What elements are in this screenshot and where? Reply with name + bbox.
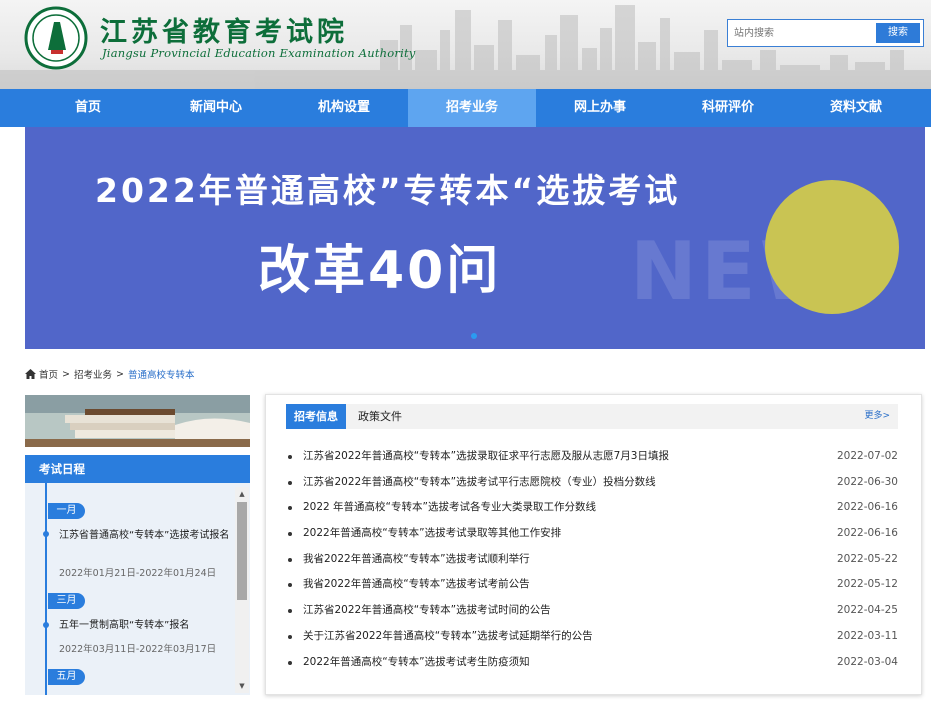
schedule-scrollbar[interactable]: ▲ ▼ [235,487,249,693]
bullet-icon [288,660,292,665]
site-title: 江苏省教育考试院 [100,17,348,48]
news-date: 2022-06-16 [836,527,898,540]
month-tag: 三月 [48,593,85,609]
site-header: 江苏省教育考试院 Jiangsu Provincial Education Ex… [0,0,931,89]
news-tab-bar: 招考信息 政策文件 更多> [286,404,898,429]
carousel-indicator[interactable] [471,333,477,339]
news-item[interactable]: 我省2022年普通高校“专转本”选拔考试顺利举行 2022-05-22 [286,547,898,573]
breadcrumb-separator: > [116,368,124,380]
news-item[interactable]: 2022年普通高校“专转本”选拔考试录取等其他工作安排 2022-06-16 [286,521,898,547]
news-item[interactable]: 江苏省2022年普通高校“专转本”选拔考试时间的公告 2022-04-25 [286,598,898,624]
bullet-icon [288,557,292,562]
news-title[interactable]: 我省2022年普通高校“专转本”选拔考试考前公告 [303,572,530,598]
news-title[interactable]: 我省2022年普通高校“专转本”选拔考试顺利举行 [303,547,530,573]
logo-seal-icon [24,6,88,70]
news-date: 2022-03-11 [836,629,898,642]
news-title[interactable]: 江苏省2022年普通高校“专转本”选拔录取征求平行志愿及服从志愿7月3日填报 [303,444,669,470]
news-item[interactable]: 我省2022年普通高校“专转本”选拔考试考前公告 2022-05-12 [286,572,898,598]
month-tag: 一月 [48,503,85,519]
nav-item-documents[interactable]: 资料文献 [792,89,920,127]
news-date: 2022-06-30 [836,475,898,488]
schedule-item-dates: 2022年03月11日-2022年03月17日 [59,644,217,655]
nav-item-organization[interactable]: 机构设置 [280,89,408,127]
news-date: 2022-04-25 [836,604,898,617]
bullet-icon [288,634,292,639]
scroll-thumb[interactable] [237,502,247,600]
news-date: 2022-03-04 [836,655,898,668]
tab-policy-documents[interactable]: 政策文件 [348,404,412,429]
breadcrumb-home[interactable]: 首页 [39,367,58,381]
bullet-icon [288,532,292,537]
bullet-icon [288,506,292,511]
search-box: 搜索 [727,19,924,47]
news-title[interactable]: 江苏省2022年普通高校“专转本”选拔考试平行志愿院校（专业）投档分数线 [303,470,656,496]
news-title[interactable]: 2022年普通高校“专转本”选拔考试考生防疫须知 [303,650,530,676]
books-image [25,395,250,447]
nav-item-research[interactable]: 科研评价 [664,89,792,127]
breadcrumb-current[interactable]: 普通高校专转本 [128,367,195,381]
scroll-up-icon[interactable]: ▲ [237,489,247,499]
search-input[interactable] [734,24,872,42]
news-panel: 招考信息 政策文件 更多> 江苏省2022年普通高校“专转本”选拔录取征求平行志… [265,394,922,695]
news-date: 2022-05-22 [836,552,898,565]
scroll-down-icon[interactable]: ▼ [237,681,247,691]
news-title[interactable]: 江苏省2022年普通高校“专转本”选拔考试时间的公告 [303,598,551,624]
schedule-heading: 考试日程 [25,455,250,483]
hero-banner[interactable]: NEW 2022年普通高校”专转本“选拔考试 改革40问 [25,127,925,349]
news-item[interactable]: 2022 年普通高校“专转本”选拔考试各专业大类录取工作分数线 2022-06-1… [286,495,898,521]
news-date: 2022-05-12 [836,578,898,591]
site-subtitle: Jiangsu Provincial Education Examination… [102,46,416,60]
breadcrumb-separator: > [62,368,70,380]
banner-headline: 2022年普通高校”专转本“选拔考试 [95,171,681,210]
news-item[interactable]: 2022年普通高校“专转本”选拔考试考生防疫须知 2022-03-04 [286,650,898,676]
breadcrumb-admissions[interactable]: 招考业务 [74,367,112,381]
bullet-icon [288,609,292,614]
more-link[interactable]: 更多> [864,404,890,429]
tab-admissions-info[interactable]: 招考信息 [286,404,346,429]
bullet-icon [288,480,292,485]
news-item[interactable]: 关于江苏省2022年普通高校“专转本”选拔考试延期举行的公告 2022-03-11 [286,624,898,650]
nav-item-home[interactable]: 首页 [24,89,152,127]
news-list: 江苏省2022年普通高校“专转本”选拔录取征求平行志愿及服从志愿7月3日填报 20… [286,444,898,675]
news-title[interactable]: 2022 年普通高校“专转本”选拔考试各专业大类录取工作分数线 [303,495,596,521]
month-tag: 五月 [48,669,85,685]
books-photo [25,395,250,447]
banner-subheadline: 改革40问 [258,241,502,301]
nav-item-news-center[interactable]: 新闻中心 [152,89,280,127]
news-item[interactable]: 江苏省2022年普通高校“专转本”选拔录取征求平行志愿及服从志愿7月3日填报 20… [286,444,898,470]
main-nav: 首页 新闻中心 机构设置 招考业务 网上办事 科研评价 资料文献 [0,89,931,127]
news-title[interactable]: 关于江苏省2022年普通高校“专转本”选拔考试延期举行的公告 [303,624,593,650]
schedule-timeline: 一月 江苏省普通高校“专转本”选拔考试报名 2022年01月21日-2022年0… [25,483,250,695]
schedule-item-title[interactable]: 江苏省普通高校“专转本”选拔考试报名 [47,529,232,542]
nav-item-admissions[interactable]: 招考业务 [408,89,536,127]
news-title[interactable]: 2022年普通高校“专转本”选拔考试录取等其他工作安排 [303,521,561,547]
schedule-item-title[interactable]: 五年一贯制高职“专转本”报名 [47,619,232,632]
search-button[interactable]: 搜索 [876,23,920,43]
schedule-item-dates: 2022年01月21日-2022年01月24日 [59,568,217,579]
nav-item-online-services[interactable]: 网上办事 [536,89,664,127]
news-item[interactable]: 江苏省2022年普通高校“专转本”选拔考试平行志愿院校（专业）投档分数线 2022… [286,470,898,496]
news-date: 2022-07-02 [836,450,898,462]
timeline-line [45,483,47,695]
bullet-icon [288,455,292,459]
news-date: 2022-06-16 [836,501,898,514]
banner-decor-circle [765,180,899,314]
breadcrumb: 首页 > 招考业务 > 普通高校专转本 [25,367,194,381]
bullet-icon [288,583,292,588]
home-icon [25,369,36,379]
